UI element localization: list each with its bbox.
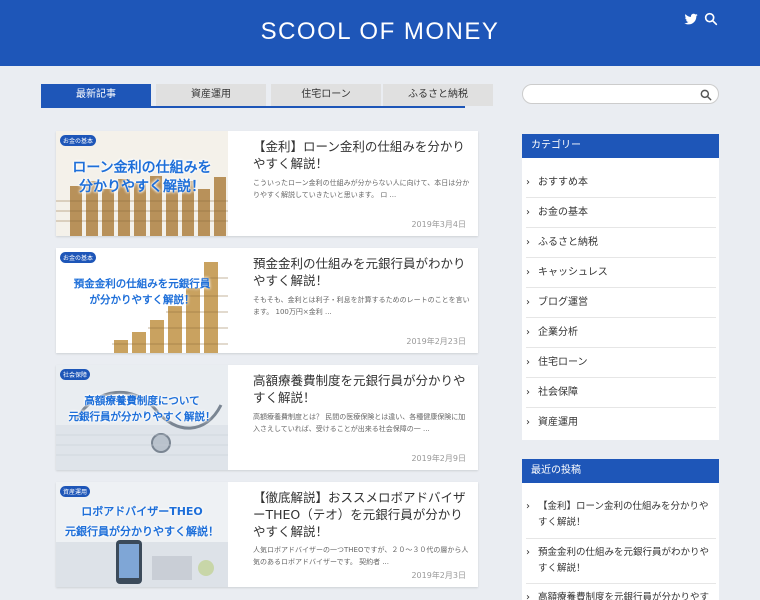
site-header: SCOOL OF MONEY — [0, 0, 760, 66]
chevron-right-icon: › — [526, 547, 530, 558]
category-label: 企業分析 — [538, 327, 578, 338]
category-badge: お金の基本 — [60, 135, 97, 146]
category-label: 住宅ローン — [538, 357, 588, 368]
divider — [526, 583, 716, 584]
post-tabs: 最新記事 資産運用 住宅ローン ふるさと納税 — [41, 84, 493, 106]
category-label: ブログ運営 — [538, 297, 588, 308]
chevron-right-icon: › — [526, 592, 530, 600]
post-thumbnail[interactable]: お金の基本 預金金利の仕組みを元銀行員 が分かりやすく解説！ — [56, 248, 228, 353]
divider — [526, 257, 716, 258]
post-date: 2019年2月9日 — [411, 454, 466, 463]
category-label: 資産運用 — [538, 417, 578, 428]
post-date: 2019年2月3日 — [411, 571, 466, 580]
post-excerpt: そもそも、金利とは利子・利息を計算するためのレートのことを言います。 100万円… — [253, 296, 470, 316]
category-link[interactable]: › ブログ運営 — [526, 295, 716, 311]
post-thumbnail[interactable]: お金の基本 ローン金利の仕組みを 分かりやすく解説！ — [56, 131, 228, 236]
category-badge: 社会保障 — [60, 369, 91, 380]
post-excerpt: 高額療養費制度とは？ 民間の医療保険とは違い、各種健康保険に加入さえしていれば、… — [253, 413, 466, 433]
category-link[interactable]: › お金の基本 — [526, 205, 716, 221]
category-label: ふるさと納税 — [538, 237, 598, 248]
chevron-right-icon: › — [526, 237, 530, 248]
recent-post-link[interactable]: › 【金利】ローン金利の仕組みを分かりやすく解説！ — [526, 499, 716, 531]
post-title[interactable]: 【徹底解説】おススメロボアドバイザーTHEO（テオ）を元銀行員が分かりやすく解説… — [253, 489, 471, 540]
thumbnail-caption-line: が分かりやすく解説！ — [89, 294, 195, 306]
search-input[interactable] — [531, 87, 701, 101]
category-label: お金の基本 — [538, 207, 588, 218]
thumbnail-caption: ロボアドバイザーTHEO 元銀行員が分かりやすく解説！ — [56, 502, 228, 542]
thumbnail-caption-line: 分かりやすく解説！ — [79, 179, 205, 195]
twitter-icon[interactable] — [683, 11, 699, 27]
thumbnail-caption-line: ローン金利の仕組みを — [72, 160, 212, 176]
post-thumbnail[interactable]: 資産運用 ロボアドバイザーTHEO 元銀行員が分かりやすく解説！ — [56, 482, 228, 587]
recent-post-title: 預金金利の仕組みを元銀行員がわかりやすく解説！ — [538, 547, 710, 574]
category-label: 社会保障 — [538, 387, 578, 398]
post-card[interactable]: お金の基本 ローン金利の仕組みを 分かりやすく解説！ 【金利】ローン金利の仕組み… — [56, 131, 478, 236]
divider — [526, 287, 716, 288]
category-link[interactable]: › キャッシュレス — [526, 265, 716, 281]
post-card[interactable]: 社会保障 高額療養費制度について 元銀行員が分かりやすく解説！ 高額療養費制度を… — [56, 365, 478, 470]
post-title[interactable]: 預金金利の仕組みを元銀行員がわかりやすく解説！ — [253, 255, 471, 289]
thumbnail-caption-line: 元銀行員が分かりやすく解説！ — [65, 525, 219, 538]
category-badge: 資産運用 — [60, 486, 91, 497]
chevron-right-icon: › — [526, 177, 530, 188]
tab-latest[interactable]: 最新記事 — [41, 84, 151, 106]
post-excerpt: こういったローン金利の仕組みが分からない人に向けて、本日は分かりやすく解説してい… — [253, 179, 470, 199]
post-title[interactable]: 高額療養費制度を元銀行員が分かりやすく解説！ — [253, 372, 471, 406]
divider — [526, 538, 716, 539]
category-link[interactable]: › ふるさと納税 — [526, 235, 716, 251]
tab-housing-loan[interactable]: 住宅ローン — [271, 84, 381, 106]
chevron-right-icon: › — [526, 501, 530, 512]
tabs-underline — [41, 106, 465, 108]
recent-post-title: 【金利】ローン金利の仕組みを分かりやすく解説！ — [538, 501, 709, 528]
category-link[interactable]: › 資産運用 — [526, 415, 716, 431]
chevron-right-icon: › — [526, 387, 530, 398]
chevron-right-icon: › — [526, 207, 530, 218]
post-date: 2019年3月4日 — [411, 220, 466, 229]
chevron-right-icon: › — [526, 357, 530, 368]
post-title[interactable]: 【金利】ローン金利の仕組みを分かりやすく解説！ — [253, 138, 471, 172]
search-icon[interactable] — [699, 88, 713, 102]
tab-asset-management[interactable]: 資産運用 — [156, 84, 266, 106]
divider — [526, 197, 716, 198]
recent-posts-widget-title: 最近の投稿 — [522, 459, 719, 483]
category-label: キャッシュレス — [538, 267, 608, 278]
post-date: 2019年2月23日 — [406, 337, 466, 346]
chevron-right-icon: › — [526, 297, 530, 308]
recent-post-title: 高額療養費制度を元銀行員が分かりやすく解説！ — [538, 592, 710, 600]
post-thumbnail[interactable]: 社会保障 高額療養費制度について 元銀行員が分かりやすく解説！ — [56, 365, 228, 470]
thumbnail-caption-line: 元銀行員が分かりやすく解説！ — [68, 411, 216, 423]
thumbnail-caption-line: 預金金利の仕組みを元銀行員 — [73, 278, 211, 290]
thumbnail-caption: 預金金利の仕組みを元銀行員 が分かりやすく解説！ — [56, 276, 228, 308]
search-icon[interactable] — [703, 11, 719, 27]
tab-furusato-tax[interactable]: ふるさと納税 — [383, 84, 493, 106]
chevron-right-icon: › — [526, 267, 530, 278]
divider — [526, 407, 716, 408]
post-excerpt: 人気ロボアドバイザーの一つTHEOですが、２０～３０代の層から人気のあるロボアド… — [253, 546, 469, 566]
category-link[interactable]: › 企業分析 — [526, 325, 716, 341]
thumbnail-caption: ローン金利の仕組みを 分かりやすく解説！ — [56, 159, 228, 197]
category-label: おすすめ本 — [538, 177, 588, 188]
post-card[interactable]: 資産運用 ロボアドバイザーTHEO 元銀行員が分かりやすく解説！ 【徹底解説】お… — [56, 482, 478, 587]
categories-widget-title: カテゴリー — [522, 134, 719, 158]
thumbnail-caption: 高額療養費制度について 元銀行員が分かりやすく解説！ — [56, 393, 228, 425]
post-card[interactable]: お金の基本 預金金利の仕組みを元銀行員 が分かりやすく解説！ 預金金利の仕組みを… — [56, 248, 478, 353]
thumbnail-caption-line: 高額療養費制度について — [84, 395, 200, 407]
divider — [526, 347, 716, 348]
divider — [526, 227, 716, 228]
category-link[interactable]: › 社会保障 — [526, 385, 716, 401]
category-badge: お金の基本 — [60, 252, 97, 263]
divider — [526, 317, 716, 318]
divider — [526, 377, 716, 378]
category-link[interactable]: › 住宅ローン — [526, 355, 716, 371]
sidebar-search — [522, 84, 719, 104]
recent-post-link[interactable]: › 高額療養費制度を元銀行員が分かりやすく解説！ — [526, 590, 716, 600]
category-link[interactable]: › おすすめ本 — [526, 175, 716, 191]
chevron-right-icon: › — [526, 327, 530, 338]
site-title[interactable]: SCOOL OF MONEY — [0, 18, 760, 46]
recent-post-link[interactable]: › 預金金利の仕組みを元銀行員がわかりやすく解説！ — [526, 545, 716, 577]
thumbnail-caption-line: ロボアドバイザーTHEO — [81, 505, 203, 518]
chevron-right-icon: › — [526, 417, 530, 428]
